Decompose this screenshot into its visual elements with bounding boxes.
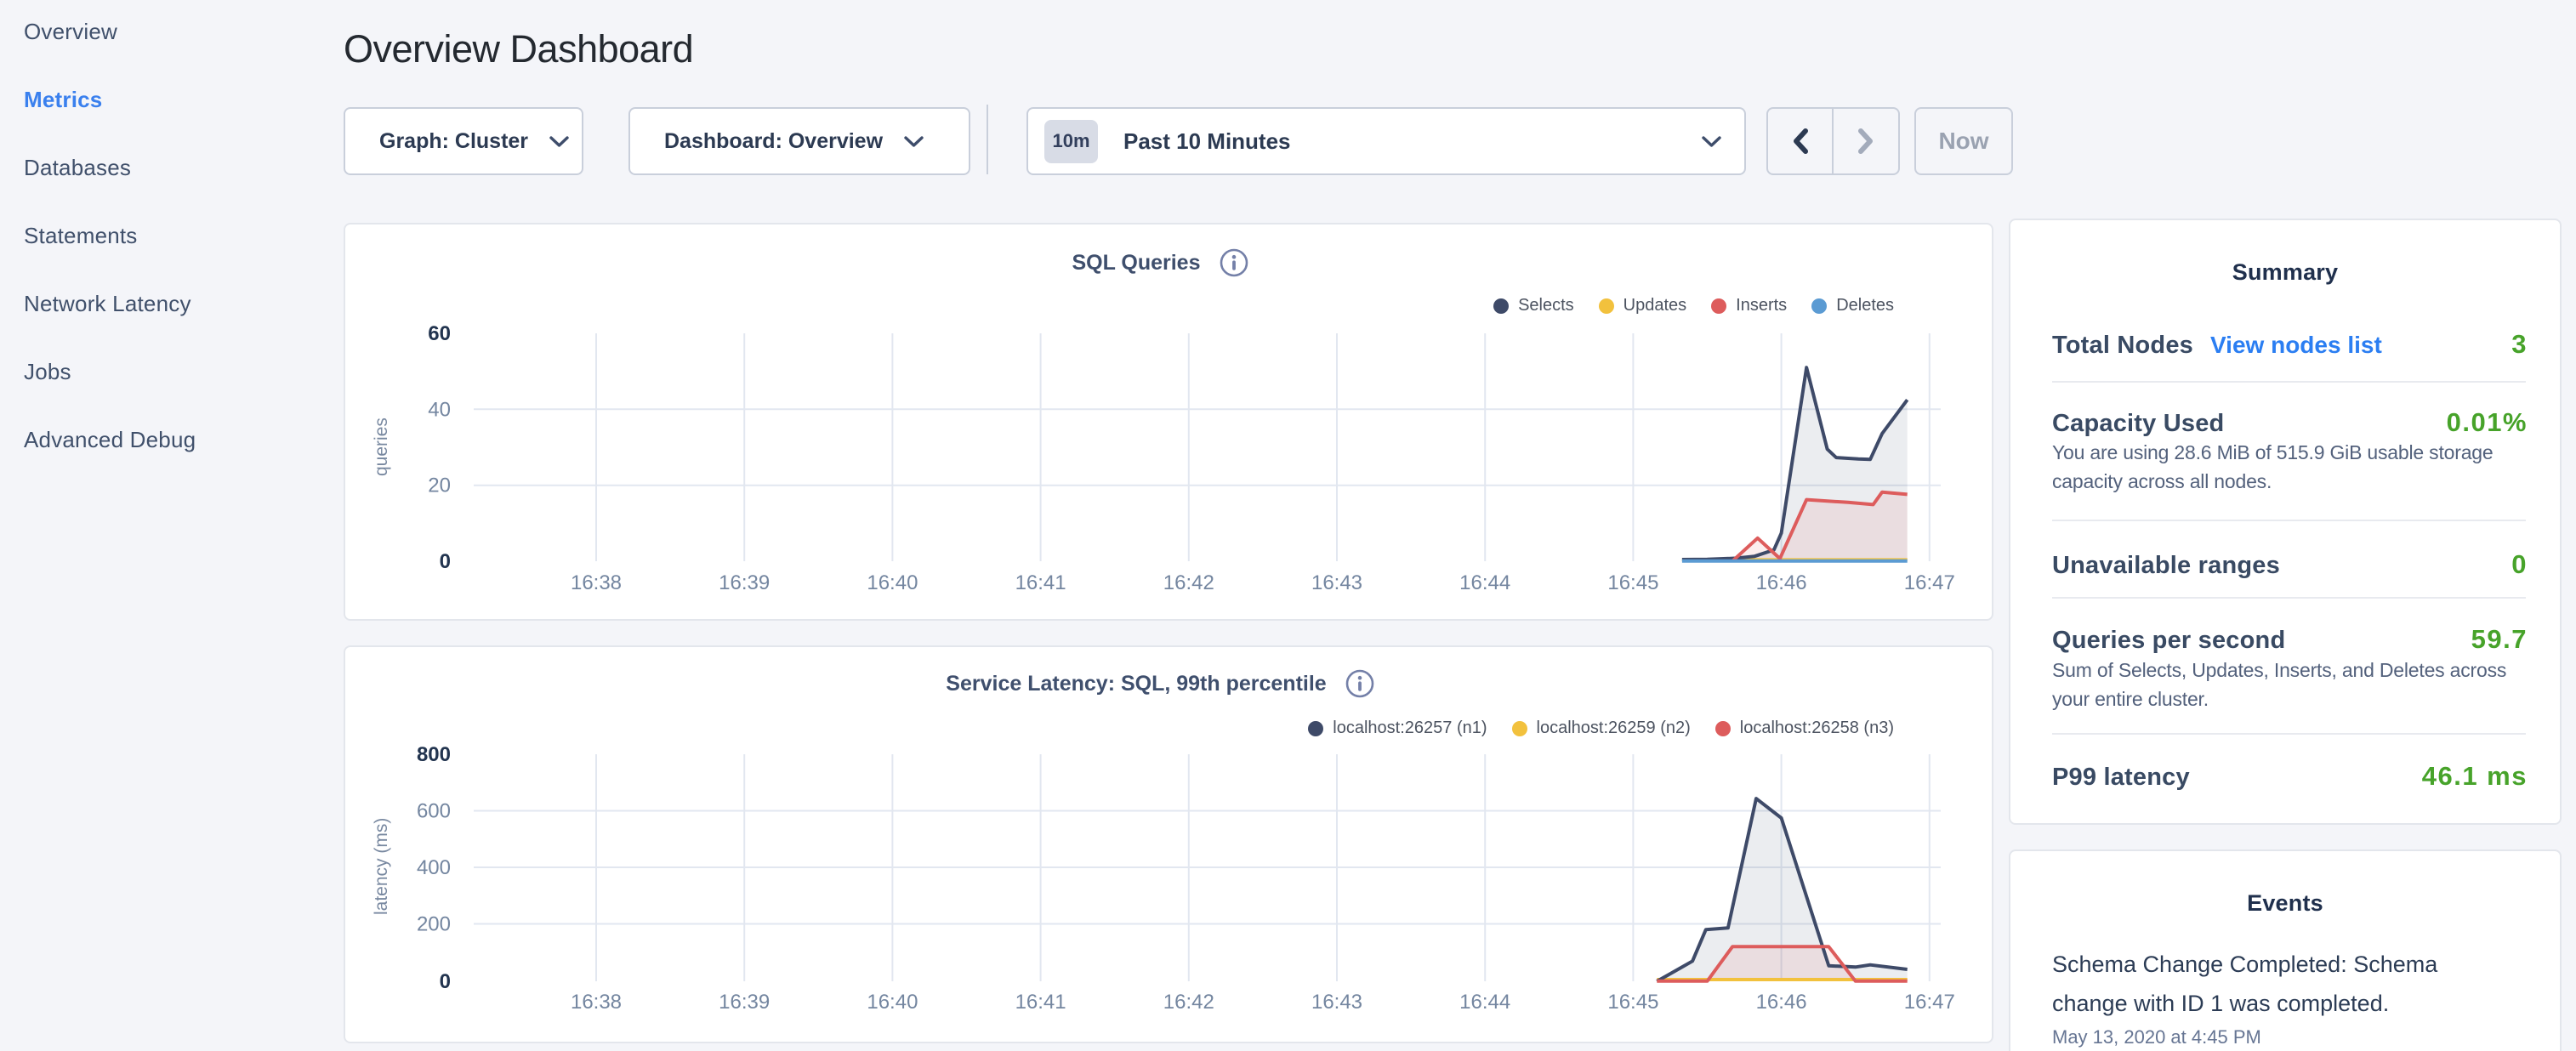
svg-text:16:42: 16:42: [1163, 571, 1214, 594]
svg-text:16:39: 16:39: [719, 571, 770, 594]
svg-text:16:46: 16:46: [1756, 991, 1807, 1014]
svg-text:16:42: 16:42: [1163, 991, 1214, 1014]
svg-text:16:44: 16:44: [1459, 991, 1510, 1014]
svg-text:16:47: 16:47: [1904, 571, 1955, 594]
svg-text:200: 200: [417, 913, 451, 936]
svg-text:400: 400: [417, 856, 451, 879]
svg-text:16:46: 16:46: [1756, 571, 1807, 594]
svg-text:20: 20: [428, 474, 451, 497]
svg-text:0: 0: [440, 970, 451, 993]
svg-text:16:40: 16:40: [867, 571, 918, 594]
svg-text:0: 0: [440, 550, 451, 573]
svg-text:60: 60: [428, 322, 451, 345]
svg-text:16:44: 16:44: [1459, 571, 1510, 594]
svg-text:16:45: 16:45: [1607, 991, 1658, 1014]
svg-text:16:43: 16:43: [1311, 571, 1362, 594]
svg-text:16:39: 16:39: [719, 991, 770, 1014]
svg-text:16:47: 16:47: [1904, 991, 1955, 1014]
svg-text:16:41: 16:41: [1015, 991, 1066, 1014]
svg-text:16:38: 16:38: [571, 991, 622, 1014]
svg-text:16:41: 16:41: [1015, 571, 1066, 594]
svg-text:16:45: 16:45: [1607, 571, 1658, 594]
svg-text:40: 40: [428, 398, 451, 421]
svg-text:16:43: 16:43: [1311, 991, 1362, 1014]
svg-text:600: 600: [417, 800, 451, 823]
svg-text:16:40: 16:40: [867, 991, 918, 1014]
svg-text:16:38: 16:38: [571, 571, 622, 594]
svg-text:800: 800: [417, 743, 451, 766]
